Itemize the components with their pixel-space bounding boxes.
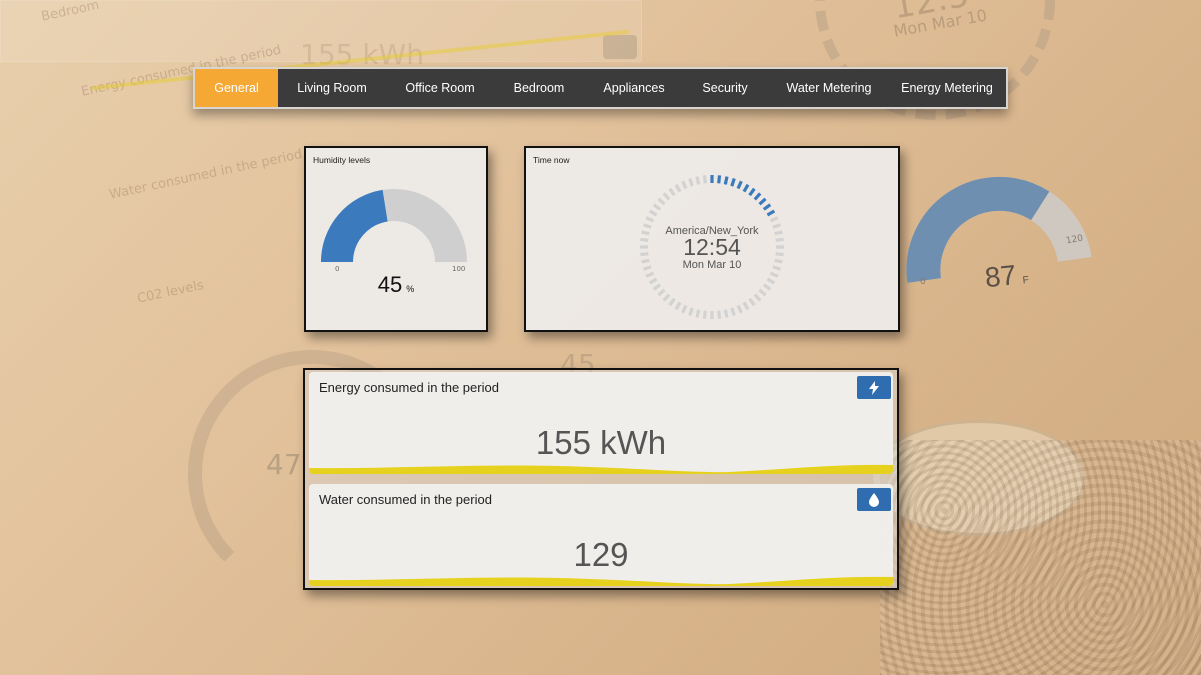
humidity-title: Humidity levels [313, 155, 371, 165]
tab-general[interactable]: General [195, 69, 278, 107]
water-meter: Water consumed in the period 129 [309, 484, 893, 586]
clock-second-tick [657, 288, 666, 297]
tab-appliances[interactable]: Appliances [584, 69, 684, 107]
clock-second-tick [702, 310, 707, 319]
clock-second-tick [730, 178, 736, 187]
lightning-bolt-icon [869, 380, 879, 395]
tab-security[interactable]: Security [684, 69, 766, 107]
bg-label-water: Water consumed in the period [108, 147, 304, 203]
bg-carpet [880, 440, 1201, 675]
bg-gauge-value: 47 [266, 448, 302, 481]
water-drop-icon [869, 492, 879, 507]
humidity-card: Humidity levels 0 100 45% [304, 146, 488, 332]
tab-water-metering[interactable]: Water Metering [766, 69, 892, 107]
clock-second-tick [762, 283, 772, 291]
clock-second-tick [695, 176, 701, 185]
humidity-readout: 45% [306, 272, 486, 298]
clock-second-tick [645, 271, 655, 278]
clock-second-tick [748, 187, 756, 197]
clock-second-tick [681, 180, 688, 190]
energy-button[interactable] [857, 376, 891, 399]
bg-water-button [603, 35, 637, 59]
clock-second-tick [668, 297, 676, 307]
clock-second-tick [742, 183, 750, 193]
tab-bedroom[interactable]: Bedroom [494, 69, 584, 107]
clock-second-tick [688, 178, 694, 187]
clock-second-tick [748, 297, 756, 307]
temperature-readout: 87 F [983, 258, 1029, 294]
tab-bar: General Living Room Office Room Bedroom … [193, 67, 1008, 109]
clock-second-tick [766, 277, 776, 285]
clock-date: Mon Mar 10 [682, 259, 742, 271]
energy-title: Energy consumed in the period [319, 380, 499, 395]
clock-second-tick [758, 197, 767, 206]
clock-second-tick [674, 183, 682, 193]
temperature-min-label: 0 [920, 277, 926, 287]
clock-second-tick [730, 307, 736, 316]
clock-second-tick [769, 271, 779, 278]
clock-title: Time now [533, 155, 570, 165]
clock-second-tick [657, 197, 666, 206]
temperature-gauge-fill [906, 176, 1050, 283]
clock-card: Time now America/New_York 12:54 Mon Mar … [524, 146, 900, 332]
clock-second-tick [742, 301, 750, 311]
clock-second-tick [652, 203, 662, 211]
clock-second-tick [652, 283, 662, 291]
clock-second-tick [736, 304, 743, 314]
clock-second-tick [648, 209, 658, 217]
clock-second-tick [717, 310, 722, 319]
tab-office-room[interactable]: Office Room [386, 69, 494, 107]
meters-panel: Energy consumed in the period 155 kWh Wa… [303, 368, 899, 590]
energy-wave [309, 464, 893, 474]
clock-second-tick [769, 216, 779, 223]
humidity-gauge [321, 189, 467, 263]
clock-second-tick [736, 180, 743, 190]
humidity-value: 45 [377, 272, 403, 297]
humidity-unit: % [406, 284, 415, 294]
water-title: Water consumed in the period [319, 492, 492, 507]
tab-energy-metering[interactable]: Energy Metering [892, 69, 1002, 107]
clock-second-tick [668, 187, 676, 197]
temperature-value: 87 [983, 259, 1018, 294]
temperature-gauge: 0 120 87 F [898, 160, 1098, 300]
temperature-unit: F [1022, 274, 1030, 287]
clock-second-tick [645, 216, 655, 223]
clock-second-tick [758, 288, 767, 297]
clock-second-tick [674, 301, 682, 311]
energy-meter: Energy consumed in the period 155 kWh [309, 372, 893, 474]
clock-second-tick [688, 307, 694, 316]
clock-second-tick [702, 175, 707, 184]
energy-value: 155 kWh [535, 424, 667, 461]
water-button[interactable] [857, 488, 891, 511]
clock-second-tick [762, 203, 772, 211]
clock-second-tick [766, 209, 776, 217]
clock-second-tick [662, 192, 671, 201]
clock-second-tick [723, 309, 729, 318]
bg-label-co2: C02 levels [136, 277, 206, 307]
water-wave [309, 576, 893, 586]
clock-second-tick [681, 304, 688, 314]
clock-second-tick [695, 309, 701, 318]
clock-second-tick [723, 176, 729, 185]
clock-second-tick [753, 192, 762, 201]
water-value: 129 [573, 536, 629, 573]
clock-second-tick [648, 277, 658, 285]
clock-time: 12:54 [683, 234, 741, 260]
tab-living-room[interactable]: Living Room [278, 69, 386, 107]
humidity-gauge-fill [321, 189, 389, 263]
clock-second-tick [753, 293, 762, 302]
clock-second-tick [662, 293, 671, 302]
clock-second-tick [717, 175, 722, 184]
